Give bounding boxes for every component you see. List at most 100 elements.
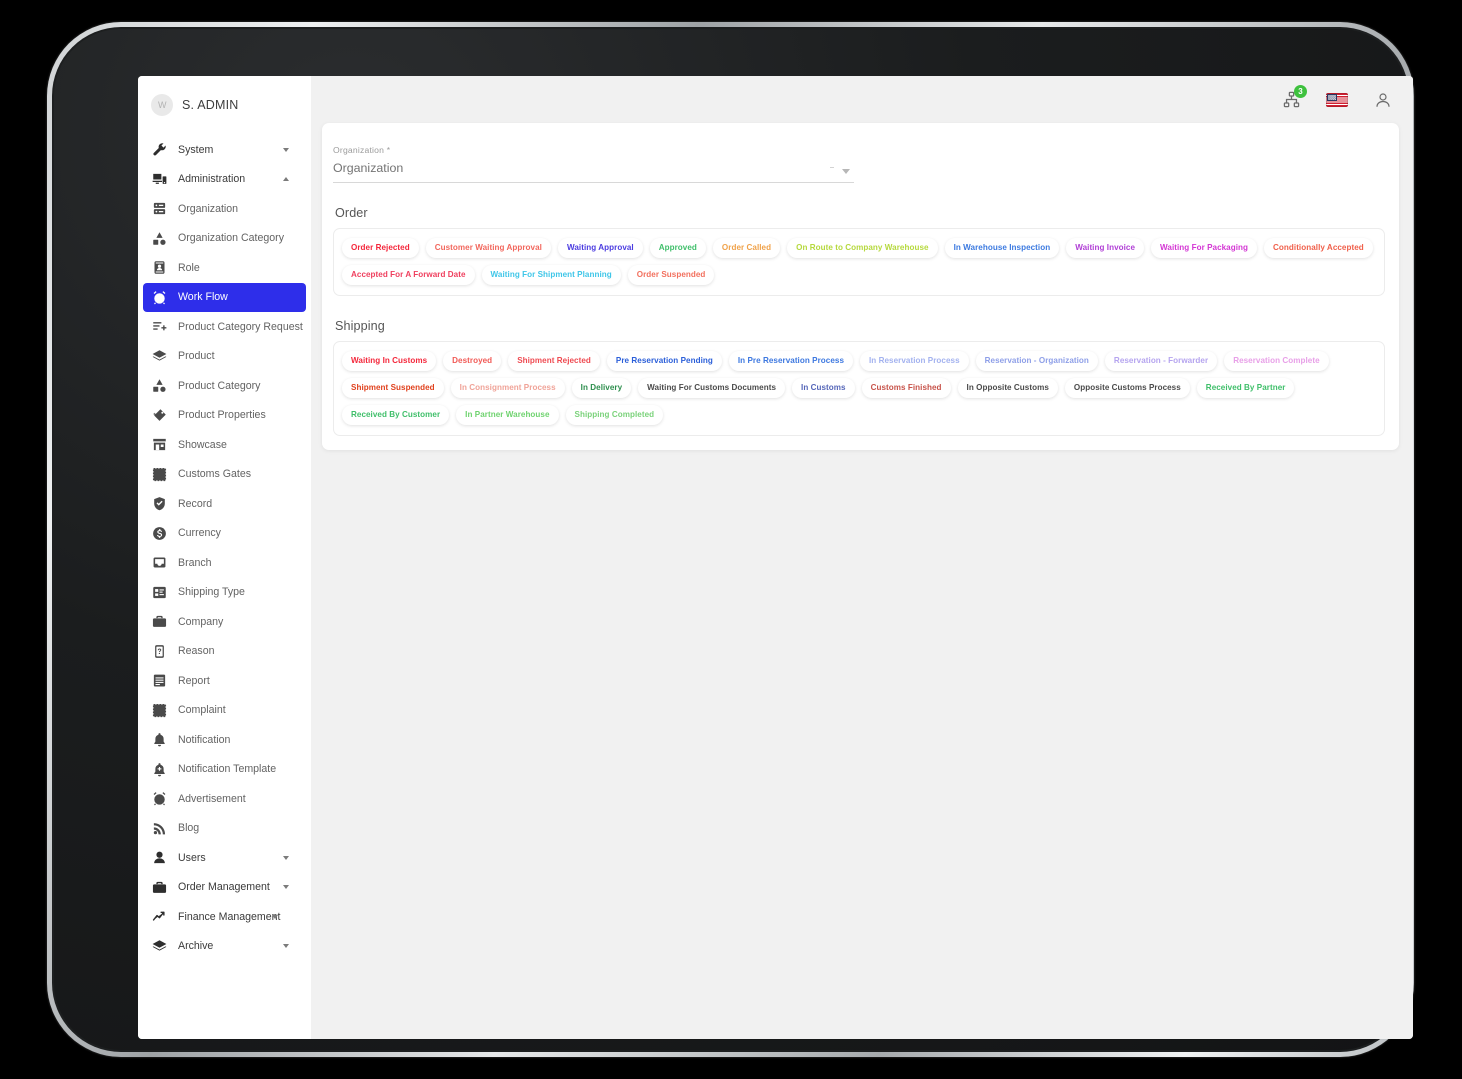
status-chip[interactable]: In Customs bbox=[792, 378, 855, 399]
status-chip[interactable]: Shipment Suspended bbox=[342, 378, 444, 399]
shapes-icon bbox=[152, 231, 167, 246]
chevron-up-icon[interactable] bbox=[283, 177, 289, 182]
sidebar: W S. ADMIN System Administration Organizat… bbox=[138, 76, 311, 1039]
sidebar-item-company[interactable]: Company bbox=[138, 607, 311, 637]
status-chip[interactable]: Waiting Invoice bbox=[1066, 238, 1145, 259]
status-chip[interactable]: Customs Finished bbox=[861, 378, 951, 399]
chevron-down-icon[interactable] bbox=[283, 944, 289, 949]
sidebar-item-label: Showcase bbox=[178, 438, 227, 451]
status-chip[interactable]: Waiting Approval bbox=[557, 238, 643, 259]
sidebar-item-advertisement[interactable]: Advertisement bbox=[138, 784, 311, 814]
chevron-down-icon[interactable] bbox=[283, 855, 289, 860]
status-chip[interactable]: Order Called bbox=[712, 238, 781, 259]
status-chip[interactable]: Order Suspended bbox=[627, 265, 715, 286]
status-chip[interactable]: Accepted For A Forward Date bbox=[342, 265, 475, 286]
status-chip[interactable]: Destroyed bbox=[443, 351, 502, 372]
status-chip[interactable]: Reservation Complete bbox=[1224, 351, 1329, 372]
sidebar-item-label: Advertisement bbox=[178, 792, 246, 805]
status-chip[interactable]: Waiting For Customs Documents bbox=[638, 378, 786, 399]
status-chip[interactable]: Waiting In Customs bbox=[342, 351, 437, 372]
sidebar-item-reason[interactable]: Reason bbox=[138, 637, 311, 667]
us-flag-icon[interactable] bbox=[1326, 92, 1348, 107]
sidebar-item-product-properties[interactable]: Product Properties bbox=[138, 401, 311, 431]
user-icon bbox=[152, 850, 167, 865]
sidebar-item-shipping-type[interactable]: Shipping Type bbox=[138, 578, 311, 608]
sidebar-item-record[interactable]: Record bbox=[138, 489, 311, 519]
sidebar-item-notification-template[interactable]: Notification Template bbox=[138, 755, 311, 785]
sidebar-item-order-management[interactable]: Order Management bbox=[138, 873, 311, 903]
list-plus-icon bbox=[152, 319, 167, 334]
sidebar-item-organization-category[interactable]: Organization Category bbox=[138, 224, 311, 254]
sidebar-item-label: Notification bbox=[178, 733, 231, 746]
sidebar-item-label: Administration bbox=[178, 173, 246, 186]
sidebar-item-branch[interactable]: Branch bbox=[138, 548, 311, 578]
status-chip[interactable]: Shipment Rejected bbox=[508, 351, 600, 372]
sidebar-item-users[interactable]: Users bbox=[138, 843, 311, 873]
sidebar-item-work-flow[interactable]: Work Flow bbox=[143, 282, 306, 312]
sidebar-item-system[interactable]: System bbox=[138, 135, 311, 165]
chevron-down-icon[interactable] bbox=[272, 914, 278, 919]
sidebar-item-report[interactable]: Report bbox=[138, 666, 311, 696]
store-icon bbox=[152, 437, 167, 452]
status-chip[interactable]: Order Rejected bbox=[342, 238, 419, 259]
status-chip[interactable]: Reservation - Forwarder bbox=[1104, 351, 1218, 372]
bell-icon bbox=[152, 732, 167, 747]
organization-input[interactable] bbox=[333, 161, 854, 183]
field-divider bbox=[830, 167, 834, 168]
sidebar-item-customs-gates[interactable]: Customs Gates bbox=[138, 460, 311, 490]
status-chip[interactable]: Reservation - Organization bbox=[975, 351, 1098, 372]
status-chip[interactable]: Waiting For Shipment Planning bbox=[481, 265, 621, 286]
main-content: 3 Organization * Organization Order Orde… bbox=[311, 76, 1413, 1039]
sidebar-item-role[interactable]: Role bbox=[138, 253, 311, 283]
status-chip[interactable]: Approved bbox=[649, 238, 706, 259]
status-chip[interactable]: Received By Customer bbox=[342, 405, 450, 426]
status-chip[interactable]: In Consignment Process bbox=[450, 378, 565, 399]
list-box-icon bbox=[152, 585, 167, 600]
sitemap-icon[interactable]: 3 bbox=[1283, 85, 1307, 108]
sidebar-item-currency[interactable]: Currency bbox=[138, 519, 311, 549]
sidebar-item-blog[interactable]: Blog bbox=[138, 814, 311, 844]
report-icon bbox=[152, 673, 167, 688]
id-card-icon bbox=[152, 260, 167, 275]
sidebar-brand[interactable]: W S. ADMIN bbox=[138, 85, 311, 125]
status-chip[interactable]: In Pre Reservation Process bbox=[728, 351, 853, 372]
sidebar-item-showcase[interactable]: Showcase bbox=[138, 430, 311, 460]
sidebar-item-notification[interactable]: Notification bbox=[138, 725, 311, 755]
status-chip[interactable]: Pre Reservation Pending bbox=[606, 351, 722, 372]
sidebar-item-product[interactable]: Product bbox=[138, 342, 311, 372]
sidebar-item-archive[interactable]: Archive bbox=[138, 932, 311, 962]
user-account-icon[interactable] bbox=[1374, 91, 1392, 109]
chevron-down-icon[interactable] bbox=[283, 885, 289, 890]
status-chip[interactable]: Received By Partner bbox=[1196, 378, 1295, 399]
workflow-card: Organization * Order Order Rejected Custom… bbox=[322, 123, 1399, 451]
status-chip[interactable]: Opposite Customs Process bbox=[1064, 378, 1190, 399]
chevron-down-icon[interactable] bbox=[283, 147, 289, 152]
sidebar-item-finance-management[interactable]: Finance Management bbox=[138, 902, 311, 932]
sidebar-item-complaint[interactable]: Complaint bbox=[138, 696, 311, 726]
sidebar-item-label: Work Flow bbox=[178, 291, 228, 304]
status-chip[interactable]: In Reservation Process bbox=[860, 351, 969, 372]
status-chip[interactable]: Conditionally Accepted bbox=[1264, 238, 1373, 259]
sidebar-item-label: Finance Management bbox=[178, 910, 281, 923]
status-chip[interactable]: In Opposite Customs bbox=[957, 378, 1058, 399]
alarm-clock-icon bbox=[152, 791, 167, 806]
briefcase-icon bbox=[152, 880, 167, 895]
sidebar-item-product-category[interactable]: Product Category bbox=[138, 371, 311, 401]
status-chip[interactable]: Customer Waiting Approval bbox=[425, 238, 551, 259]
status-chip[interactable]: In Delivery bbox=[571, 378, 632, 399]
status-chip[interactable]: In Partner Warehouse bbox=[456, 405, 559, 426]
order-section-chips: Order Rejected Customer Waiting Approval W… bbox=[333, 228, 1385, 297]
sidebar-item-administration[interactable]: Administration bbox=[138, 165, 311, 195]
shield-check-icon bbox=[152, 496, 167, 511]
status-chip[interactable]: Shipping Completed bbox=[565, 405, 664, 426]
briefcase-icon bbox=[152, 614, 167, 629]
sidebar-item-label: Product Properties bbox=[178, 409, 266, 422]
status-chip[interactable]: In Warehouse Inspection bbox=[944, 238, 1060, 259]
status-chip[interactable]: Waiting For Packaging bbox=[1151, 238, 1258, 259]
chevron-down-icon[interactable] bbox=[842, 169, 850, 174]
rss-icon bbox=[152, 821, 167, 836]
sidebar-item-product-category-request[interactable]: Product Category Request bbox=[138, 312, 311, 342]
sidebar-item-organization[interactable]: Organization bbox=[138, 194, 311, 224]
layers-icon bbox=[152, 939, 167, 954]
status-chip[interactable]: On Route to Company Warehouse bbox=[787, 238, 938, 259]
